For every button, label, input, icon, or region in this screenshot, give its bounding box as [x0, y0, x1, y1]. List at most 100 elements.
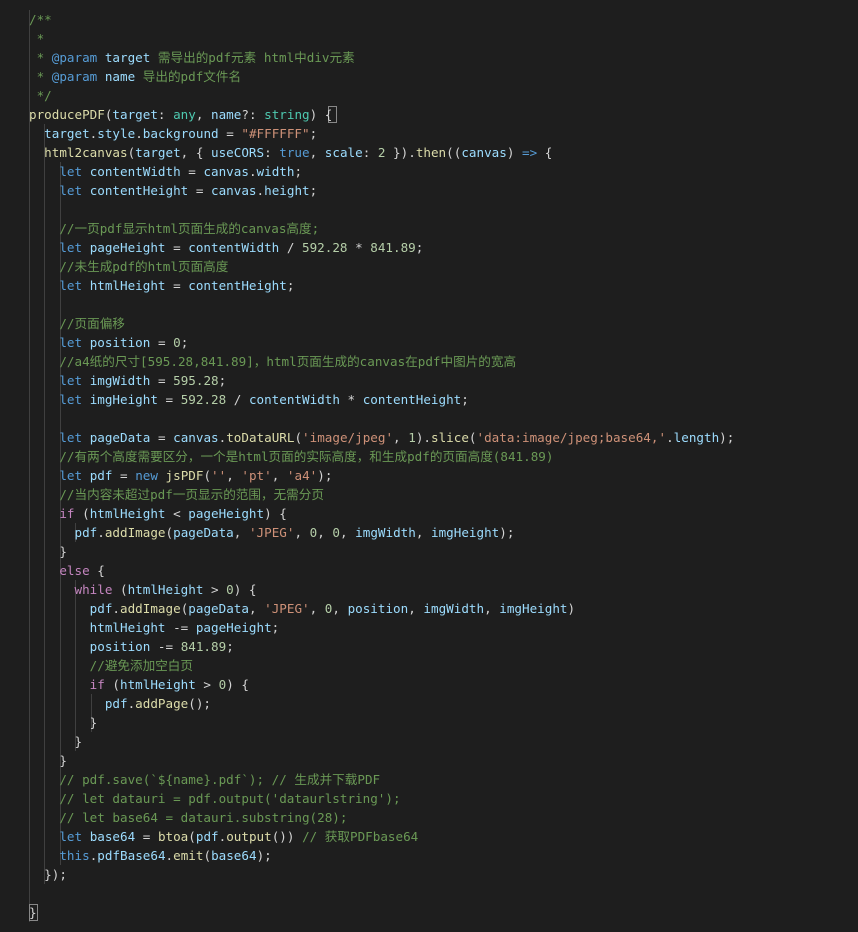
code-line[interactable]: } [29, 542, 67, 561]
code-token: "#FFFFFF" [241, 126, 310, 141]
code-token: , [195, 107, 212, 122]
code-token: emit [173, 848, 204, 863]
code-line[interactable]: //有两个高度需要区分，一个是html页面的实际高度，和生成pdf的页面高度(8… [29, 447, 553, 466]
code-token: while [74, 582, 113, 597]
code-line[interactable]: * @param target 需导出的pdf元素 html中div元素 [29, 48, 355, 67]
code-token: 需导出的pdf元素 html中div元素 [150, 50, 355, 65]
code-line[interactable]: // let base64 = datauri.substring(28); [29, 808, 347, 827]
code-line[interactable]: let pageHeight = contentWidth / 592.28 *… [29, 238, 423, 257]
code-line[interactable]: * @param name 导出的pdf文件名 [29, 67, 242, 86]
code-token: ( [74, 506, 90, 521]
code-token: pageHeight [89, 240, 166, 255]
code-line[interactable]: // pdf.save(`${name}.pdf`); // 生成并下载PDF [29, 770, 380, 789]
code-token: 841.89 [370, 240, 416, 255]
code-token: , [233, 525, 249, 540]
code-line[interactable]: } [29, 713, 98, 732]
code-token: 592.28 [180, 392, 227, 407]
code-token: addPage [135, 696, 189, 711]
code-line[interactable]: //当内容未超过pdf一页显示的范围，无需分页 [29, 485, 324, 504]
code-line[interactable]: //避免添加空白页 [29, 656, 193, 675]
code-line[interactable]: while (htmlHeight > 0) { [29, 580, 257, 599]
code-token: = [150, 373, 174, 388]
code-token: . [666, 430, 674, 445]
code-token: pdf [104, 696, 128, 711]
code-line[interactable]: */ [29, 86, 52, 105]
code-line[interactable]: position -= 841.89; [29, 637, 234, 656]
code-token: . [135, 126, 143, 141]
code-line[interactable]: let imgWidth = 595.28; [29, 371, 226, 390]
code-token: contentHeight [89, 183, 189, 198]
code-token: 0 [332, 525, 340, 540]
code-line[interactable]: if (htmlHeight < pageHeight) { [29, 504, 287, 523]
code-line[interactable]: } [29, 903, 37, 922]
code-token: . [165, 848, 174, 863]
code-line[interactable]: html2canvas(target, { useCORS: true, sca… [29, 143, 552, 162]
code-editor[interactable]: /** * * @param target 需导出的pdf元素 html中div… [0, 0, 858, 932]
code-line[interactable]: // let datauri = pdf.output('dataurlstri… [29, 789, 400, 808]
code-token: } [59, 544, 67, 559]
code-token: @param [51, 50, 98, 65]
code-line[interactable]: else { [29, 561, 105, 580]
code-line[interactable]: let pdf = new jsPDF('', 'pt', 'a4'); [29, 466, 332, 485]
code-token: html2canvas [44, 145, 128, 160]
code-line[interactable]: let htmlHeight = contentHeight; [29, 276, 294, 295]
code-token: //未生成pdf的html页面高度 [59, 259, 229, 274]
code-line[interactable]: //页面偏移 [29, 314, 125, 333]
code-line[interactable]: target.style.background = "#FFFFFF"; [29, 124, 317, 143]
code-line[interactable]: } [29, 751, 67, 770]
code-line[interactable]: let imgHeight = 592.28 / contentWidth * … [29, 390, 469, 409]
code-line[interactable]: let position = 0; [29, 333, 188, 352]
code-line[interactable]: pdf.addPage(); [29, 694, 211, 713]
code-token: ?: [241, 107, 265, 122]
code-token: target [44, 126, 90, 141]
code-line[interactable]: //一页pdf显示html页面生成的canvas高度; [29, 219, 319, 238]
code-line[interactable]: let contentHeight = canvas.height; [29, 181, 317, 200]
code-token: = [165, 240, 189, 255]
code-line[interactable]: let base64 = btoa(pdf.output()) // 获取PDF… [29, 827, 418, 846]
code-token: , [408, 601, 424, 616]
code-token: 'a4' [286, 468, 318, 483]
code-token: ) { [226, 677, 249, 692]
code-token: = [180, 164, 204, 179]
code-token: . [112, 601, 121, 616]
code-token: / [279, 240, 303, 255]
code-token: ; [226, 639, 234, 654]
code-token: 'JPEG' [248, 525, 295, 540]
code-line[interactable]: * [29, 29, 45, 48]
code-line[interactable]: //a4纸的尺寸[595.28,841.89]，html页面生成的canvas在… [29, 352, 516, 371]
code-token: * [29, 50, 52, 65]
code-token: ( [468, 430, 477, 445]
code-token: useCORS [211, 145, 265, 160]
code-line[interactable]: pdf.addImage(pageData, 'JPEG', 0, positi… [29, 599, 575, 618]
code-token: 'data:image/jpeg;base64,' [476, 430, 667, 445]
code-line[interactable]: /** [29, 10, 52, 29]
code-line[interactable]: let contentWidth = canvas.width; [29, 162, 302, 181]
code-line[interactable]: let pageData = canvas.toDataURL('image/j… [29, 428, 734, 447]
code-line[interactable]: } [29, 732, 83, 751]
code-token: contentHeight [188, 278, 287, 293]
code-line[interactable]: }); [29, 865, 67, 884]
code-token: , [248, 601, 265, 616]
code-line[interactable]: this.pdfBase64.emit(base64); [29, 846, 271, 865]
code-line[interactable]: producePDF(target: any, name?: string) { [29, 105, 332, 124]
code-line[interactable]: htmlHeight -= pageHeight; [29, 618, 280, 637]
code-token: : [362, 145, 378, 160]
code-line[interactable]: if (htmlHeight > 0) { [29, 675, 249, 694]
code-line[interactable]: pdf.addImage(pageData, 'JPEG', 0, 0, img… [29, 523, 515, 542]
code-token: (( [446, 145, 462, 160]
code-line[interactable]: //未生成pdf的html页面高度 [29, 257, 228, 276]
